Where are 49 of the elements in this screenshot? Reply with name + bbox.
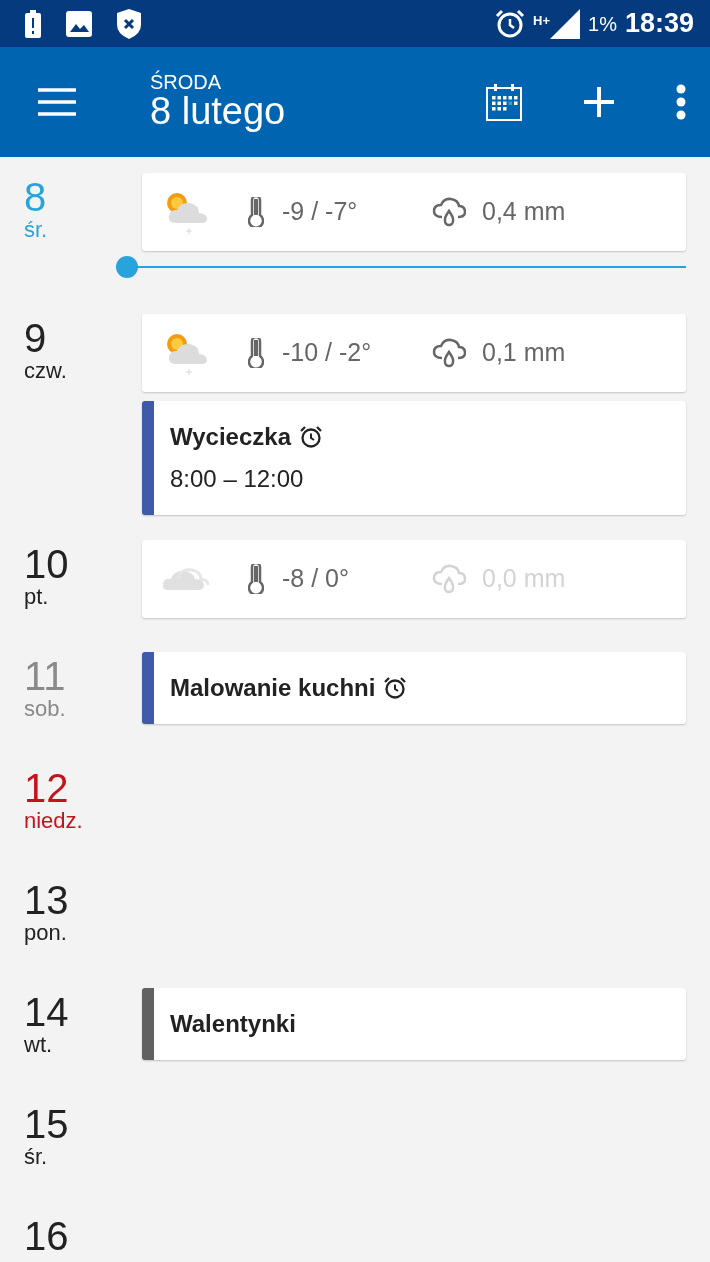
menu-icon (38, 87, 76, 117)
temperature-range: -10 / -2° (282, 337, 373, 369)
temperature-range: -8 / 0° (282, 563, 350, 595)
weekday-label: pon. (24, 920, 68, 947)
image-icon (66, 10, 92, 37)
more-options-icon (676, 84, 686, 120)
rain-cloud-icon (432, 338, 466, 368)
battery-alert-icon (24, 9, 42, 38)
signal-icon (550, 8, 581, 39)
calendar-icon (486, 83, 522, 121)
event-title: Wycieczka (170, 422, 291, 452)
weekday-label: czw. (24, 358, 68, 385)
plus-icon (584, 87, 614, 117)
thermometer-icon (248, 564, 264, 594)
weekday-label: śr. (24, 217, 49, 244)
day-number: 12 (24, 768, 70, 808)
day-number: 14 (24, 992, 70, 1032)
rain-cloud-icon (432, 197, 466, 227)
day-number: 13 (24, 880, 70, 920)
event-time: 8:00 – 12:00 (170, 464, 305, 494)
date-title: 8 lutego (150, 92, 286, 132)
battery-percent: 1% (588, 11, 617, 37)
day-number: 15 (24, 1104, 70, 1144)
day-number: 16 (24, 1216, 70, 1256)
thermometer-icon (248, 338, 264, 368)
rain-cloud-icon (432, 564, 466, 594)
thermometer-icon (248, 197, 264, 227)
precipitation-amount: 0,1 mm (482, 337, 566, 369)
precipitation-amount: 0,4 mm (482, 196, 566, 228)
alarm-clock-icon (495, 8, 526, 39)
event-title: Malowanie kuchni (170, 673, 376, 703)
weekday-title: ŚRODA (150, 72, 223, 93)
weekday-label: śr. (24, 1144, 49, 1171)
day-number: 9 (24, 318, 48, 358)
day-number: 11 (24, 656, 67, 696)
shield-icon (116, 8, 142, 39)
temperature-range: -9 / -7° (282, 196, 359, 228)
event-title: Walentynki (170, 1009, 296, 1039)
day-number: 10 (24, 544, 70, 584)
event-card[interactable]: Malowanie kuchni (142, 652, 686, 724)
weekday-label: pt. (24, 584, 50, 611)
weekday-label: niedz. (24, 808, 84, 835)
weekday-label: wt. (24, 1032, 54, 1059)
day-number: 8 (24, 177, 48, 217)
weekday-label: sob. (24, 696, 67, 723)
network-type-label: H+ (533, 12, 551, 31)
clock-time: 18:39 (624, 7, 694, 41)
event-card[interactable]: Wycieczka 8:00 – 12:00 (142, 401, 686, 515)
event-card[interactable]: Walentynki (142, 988, 686, 1060)
